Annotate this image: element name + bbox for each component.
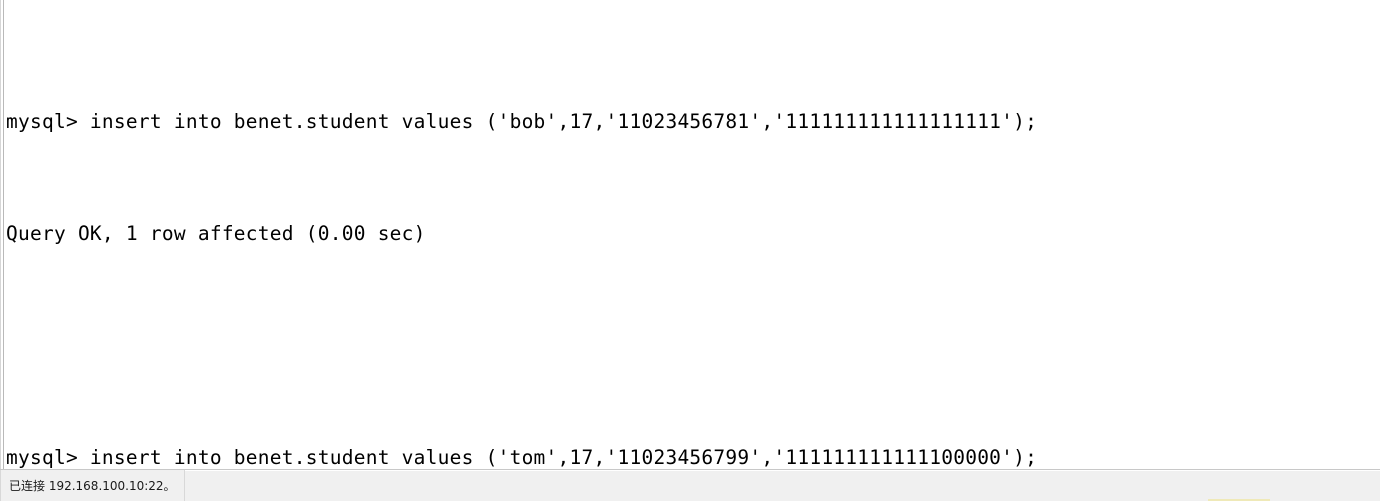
terminal-screen-area[interactable]: mysql> insert into benet.student values … <box>0 0 1380 469</box>
status-bar: 已连接 192.168.100.10:22。 <box>0 469 1380 501</box>
terminal-line-blank-1 <box>6 332 1380 360</box>
terminal-line-insert-bob: mysql> insert into benet.student values … <box>6 110 1038 133</box>
status-connection-text: 已连接 192.168.100.10:22。 <box>9 479 176 493</box>
terminal-line-insert-tom: mysql> insert into benet.student values … <box>6 446 1038 469</box>
status-connection: 已连接 192.168.100.10:22。 <box>0 470 185 501</box>
terminal-window: mysql> insert into benet.student values … <box>0 0 1380 501</box>
terminal-line-result-bob: Query OK, 1 row affected (0.00 sec) <box>6 222 426 245</box>
terminal-left-gutter <box>0 0 4 469</box>
terminal-output[interactable]: mysql> insert into benet.student values … <box>6 0 1380 469</box>
status-bar-spacer <box>185 470 1380 501</box>
